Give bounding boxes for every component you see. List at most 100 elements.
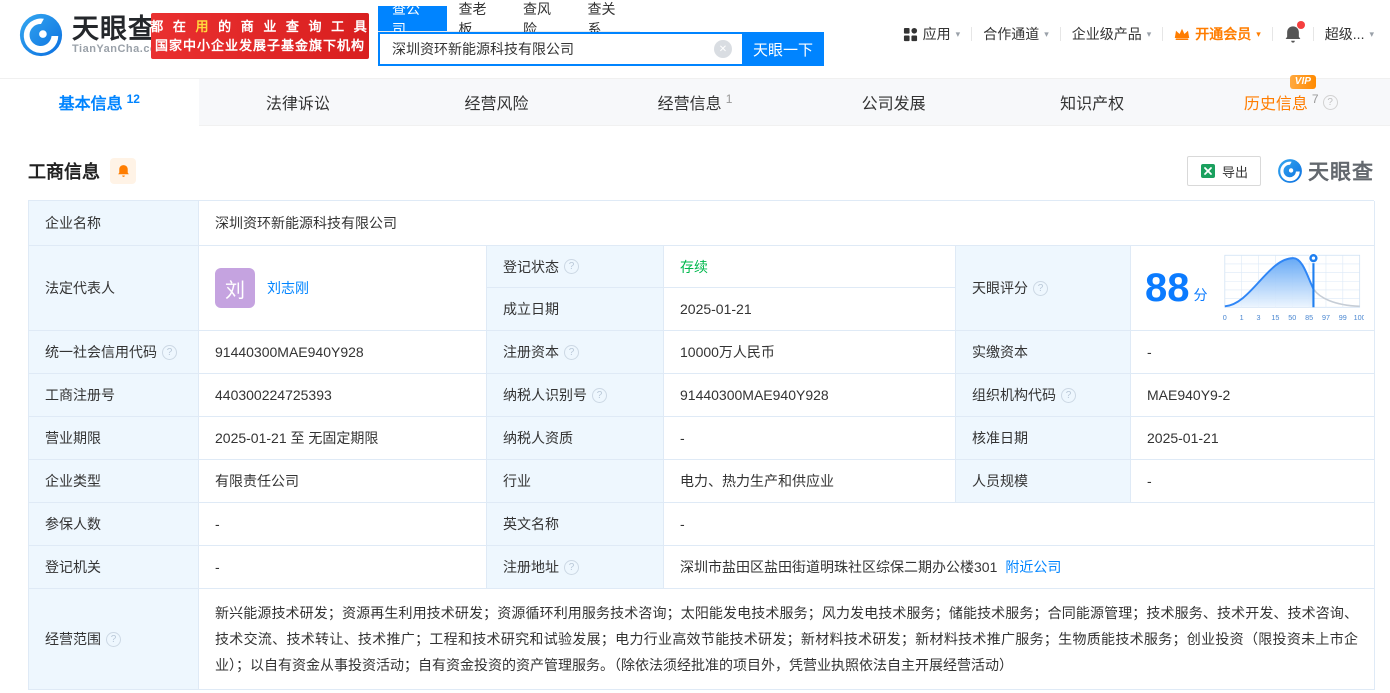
clear-search-icon[interactable]: ✕ [714,40,732,58]
field-label-business-term: 营业期限 [29,417,199,460]
tianyancha-logo[interactable]: 天眼查 TianYanCha.com [18,12,167,58]
field-value-org-code: MAE940Y9-2 [1131,374,1375,417]
tab-label: 经营信息 [657,96,722,113]
svg-text:50: 50 [1288,313,1296,322]
logo-swirl-icon [19,13,63,57]
field-value-taxpayer-id: 91440300MAE940Y928 [664,374,956,417]
nav-partner[interactable]: 合作通道 ▾ [983,24,1049,44]
section-title: 工商信息 [28,162,100,182]
tab-operation-info[interactable]: 经营信息 1 [596,79,795,125]
score-unit: 分 [1193,287,1208,303]
vip-badge: VIP [1289,75,1316,89]
field-value-reg-address: 深圳市盐田区盐田街道明珠社区综保二期办公楼301 附近公司 [664,546,1375,589]
field-value-industry: 电力、热力生产和供应业 [664,460,956,503]
divider [1271,27,1273,41]
chevron-down-icon: ▾ [1256,28,1261,39]
score-axis-labels: 0 1 3 15 50 85 97 99 100 [1222,313,1364,322]
field-value-company-type: 有限责任公司 [199,460,487,503]
help-icon[interactable]: ? [564,559,579,575]
notification-bell[interactable] [1284,20,1305,44]
help-icon[interactable]: ? [1061,387,1076,403]
field-label-taxpayer-quality: 纳税人资质 [487,417,664,460]
field-label-establish-date: 成立日期 [487,288,664,331]
field-label-org-code: 组织机构代码 ? [956,374,1131,417]
tab-operation-risk[interactable]: 经营风险 [397,79,596,125]
search-tab-company[interactable]: 查公司 [378,1,447,37]
tab-company-development[interactable]: 公司发展 [794,79,993,125]
field-label-reg-authority: 登记机关 [29,546,199,589]
search-area: 查公司 查老板 查风险 查关系 ✕ 天眼一下 [378,1,824,66]
help-icon[interactable]: ? [1033,280,1048,296]
svg-text:85: 85 [1305,313,1313,322]
field-label-company-type: 企业类型 [29,460,199,503]
search-tab-risk[interactable]: 查风险 [511,1,576,37]
nav-apps[interactable]: 应用 ▾ [903,24,961,44]
field-value-staff-size: - [1131,460,1375,503]
field-label-english-name: 英文名称 [487,503,664,546]
svg-text:100: 100 [1353,313,1364,322]
section-header: 工商信息 导出 天眼查 [28,156,1374,186]
svg-text:0: 0 [1222,313,1226,322]
divider [1162,27,1164,41]
field-value-english-name: - [664,503,1375,546]
promo-line2: 国家中小企业发展子基金旗下机构 [154,38,365,53]
svg-text:99: 99 [1338,313,1346,322]
search-button[interactable]: 天眼一下 [742,32,824,66]
tab-label: 法律诉讼 [265,96,330,113]
tab-intellectual-property[interactable]: 知识产权 [993,79,1192,125]
chevron-down-icon: ▾ [1369,28,1374,39]
tab-label: 基本信息 [58,96,123,113]
field-value-credit-code: 91440300MAE940Y928 [199,331,487,374]
divider [1059,27,1061,41]
crown-icon [1175,28,1190,40]
help-icon[interactable]: ? [1322,94,1338,110]
tab-label: 知识产权 [1060,96,1125,113]
subscribe-alert-button[interactable] [110,158,136,184]
field-label-reg-capital: 注册资本 ? [487,331,664,374]
field-value-paid-capital: - [1131,331,1375,374]
help-icon[interactable]: ? [162,344,177,360]
field-label-taxpayer-id: 纳税人识别号 ? [487,374,664,417]
field-value-business-scope: 新兴能源技术研发；资源再生利用技术研发；资源循环利用服务技术咨询；太阳能发电技术… [199,589,1375,690]
field-value-legal-rep: 刘 刘志刚 [199,246,487,331]
score-value: 88 [1145,266,1190,310]
help-icon[interactable]: ? [564,259,579,274]
help-icon[interactable]: ? [106,631,121,647]
nav-enterprise[interactable]: 企业级产品 ▾ [1072,24,1152,44]
watermark-text: 天眼查 [1308,161,1374,184]
field-value-score: 88 分 0 1 3 15 50 85 97 99 10 [1131,246,1375,331]
search-tab-boss[interactable]: 查老板 [447,1,512,37]
bell-icon [117,165,129,177]
field-label-paid-capital: 实缴资本 [956,331,1131,374]
nav-apps-label: 应用 [922,26,951,42]
legal-rep-link[interactable]: 刘志刚 [267,278,309,298]
field-label-reg-number: 工商注册号 [29,374,199,417]
promo-line1-post: 的 商 业 查 询 工 具 [211,19,370,34]
field-value-business-term: 2025-01-21 至 无固定期限 [199,417,487,460]
nav-open-vip[interactable]: 开通会员 ▾ [1174,24,1261,44]
nav-user-account[interactable]: 超级... ▾ [1325,24,1374,44]
export-button[interactable]: 导出 [1186,156,1261,186]
chevron-down-icon: ▾ [1146,28,1152,39]
export-label: 导出 [1221,164,1248,180]
tab-history-info[interactable]: 历史信息 VIP 7 ? [1191,75,1390,125]
top-header: 天眼查 TianYanCha.com 都 在 用 的 商 业 查 询 工 具 国… [0,0,1390,78]
logo-swirl-icon [1278,159,1302,183]
main-content: 工商信息 导出 天眼查 企业名称 深圳资环新能源科技有限公司 法定代表人 刘 刘… [0,156,1390,690]
legal-rep-avatar[interactable]: 刘 [215,268,255,308]
search-tab-relation[interactable]: 查关系 [576,1,641,37]
search-input[interactable] [378,32,742,66]
field-label-legal-rep: 法定代表人 [29,246,199,331]
score-distribution-chart: 0 1 3 15 50 85 97 99 100 [1222,253,1364,322]
field-value-reg-number: 440300224725393 [199,374,487,417]
nearby-companies-link[interactable]: 附近公司 [1005,557,1061,577]
top-nav: 应用 ▾ 合作通道 ▾ 企业级产品 ▾ 开通会员 ▾ 超级... ▾ [903,20,1374,44]
help-icon[interactable]: ? [592,387,607,403]
chevron-down-icon: ▾ [955,28,961,39]
tab-basic-info[interactable]: 基本信息 12 [0,79,199,126]
field-label-reg-status: 登记状态 ? [487,246,664,288]
tab-count: 12 [126,92,140,106]
tab-count: 1 [725,92,733,106]
help-icon[interactable]: ? [564,344,579,360]
tab-legal-lawsuits[interactable]: 法律诉讼 [199,79,398,125]
